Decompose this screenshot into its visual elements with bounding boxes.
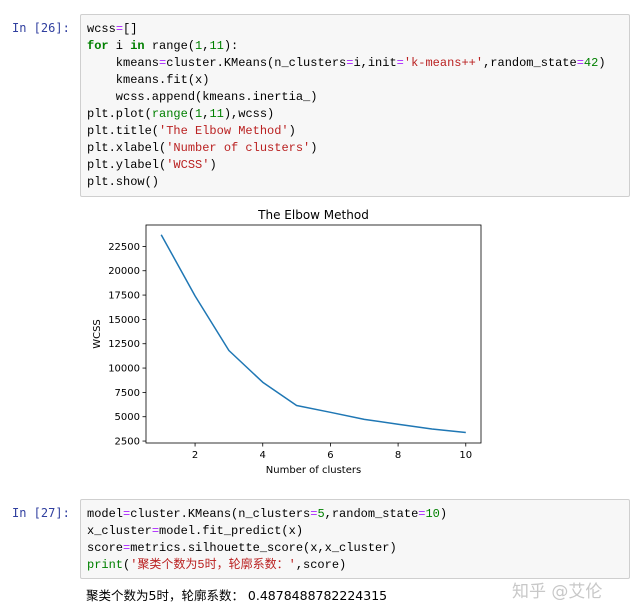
code-editor[interactable]: wcss=[] for i in range(1,11): kmeans=clus… bbox=[87, 21, 606, 191]
cell-prompt-27: In [27]: bbox=[12, 506, 70, 520]
code-token: score bbox=[87, 541, 124, 555]
x-tick-label: 6 bbox=[327, 450, 333, 461]
code-token: 11 bbox=[209, 39, 224, 53]
code-token: = bbox=[151, 524, 160, 538]
code-token: in bbox=[130, 39, 145, 53]
x-tick-label: 10 bbox=[459, 450, 472, 461]
code-token: plt.plot( bbox=[87, 107, 152, 121]
code-token: plt.show() bbox=[87, 175, 160, 189]
plot-area bbox=[145, 224, 482, 444]
code-line: score=metrics.silhouette_score(x,x_clust… bbox=[87, 540, 447, 557]
y-tick-label: 12500 bbox=[108, 339, 140, 350]
code-token: cluster.KMeans(n_clusters bbox=[130, 507, 311, 521]
code-token: model.fit_predict(x) bbox=[159, 524, 304, 538]
y-axis-label: WCSS bbox=[92, 319, 103, 349]
code-line: plt.show() bbox=[87, 174, 606, 191]
code-token: plt.title( bbox=[87, 124, 160, 138]
x-tick-label: 2 bbox=[192, 450, 198, 461]
y-tick-label: 10000 bbox=[108, 364, 140, 375]
code-token: ): bbox=[223, 39, 239, 53]
code-token: 'k-means++' bbox=[403, 56, 484, 70]
code-token: ),wcss) bbox=[223, 107, 275, 121]
code-token: = bbox=[115, 22, 124, 36]
code-token: ) bbox=[598, 56, 606, 70]
cell-output: 聚类个数为5时，轮廓系数： 0.4878488782224315 bbox=[86, 588, 388, 603]
y-tick-label: 5000 bbox=[115, 412, 140, 423]
code-token: 42 bbox=[583, 56, 599, 70]
code-token: ,random_state bbox=[483, 56, 577, 70]
code-line: kmeans.fit(x) bbox=[87, 72, 606, 89]
code-token: plt.ylabel( bbox=[87, 158, 167, 172]
code-token: ) bbox=[288, 124, 296, 138]
y-tick-label: 2500 bbox=[115, 437, 140, 448]
code-token: metrics.silhouette_score(x,x_cluster) bbox=[130, 541, 397, 555]
code-line: plt.plot(range(1,11),wcss) bbox=[87, 106, 606, 123]
code-token: 10 bbox=[425, 507, 440, 521]
code-token: '聚类个数为5时，轮廓系数：' bbox=[130, 558, 296, 572]
code-line: print('聚类个数为5时，轮廓系数：',score) bbox=[87, 557, 447, 574]
code-token: wcss.append(kmeans.inertia_) bbox=[87, 90, 318, 104]
code-token: = bbox=[576, 56, 584, 70]
code-token: model bbox=[87, 507, 124, 521]
code-token: ) bbox=[439, 507, 448, 521]
y-tick-label: 7500 bbox=[115, 388, 140, 399]
watermark: 知乎 @艾伦 bbox=[512, 582, 603, 602]
code-line: plt.xlabel('Number of clusters') bbox=[87, 140, 606, 157]
code-token: range bbox=[151, 107, 188, 121]
code-token: kmeans.fit(x) bbox=[87, 73, 210, 87]
code-line: wcss.append(kmeans.inertia_) bbox=[87, 89, 606, 106]
code-token: cluster.KMeans(n_clusters bbox=[166, 56, 347, 70]
code-token: [] bbox=[123, 22, 138, 36]
code-token: = bbox=[396, 56, 404, 70]
code-token: ( bbox=[187, 107, 196, 121]
code-cell-27[interactable]: model=cluster.KMeans(n_clusters=5,random… bbox=[80, 499, 630, 579]
code-cell-26[interactable]: wcss=[] for i in range(1,11): kmeans=clus… bbox=[80, 14, 630, 197]
code-token: 'The Elbow Method' bbox=[159, 124, 289, 138]
code-line: plt.ylabel('WCSS') bbox=[87, 157, 606, 174]
code-line: x_cluster=model.fit_predict(x) bbox=[87, 523, 447, 540]
code-token: print bbox=[87, 558, 124, 572]
y-tick-label: 20000 bbox=[108, 266, 140, 277]
code-token: 'Number of clusters' bbox=[166, 141, 311, 155]
code-token: plt.xlabel( bbox=[87, 141, 167, 155]
code-line: plt.title('The Elbow Method') bbox=[87, 123, 606, 140]
cell-prompt-26: In [26]: bbox=[12, 21, 70, 35]
code-token: ) bbox=[310, 141, 318, 155]
y-tick-label: 22500 bbox=[108, 242, 140, 253]
code-editor[interactable]: model=cluster.KMeans(n_clusters=5,random… bbox=[87, 506, 447, 574]
y-tick-label: 17500 bbox=[108, 291, 140, 302]
code-token: x_cluster bbox=[87, 524, 152, 538]
code-line: for i in range(1,11): bbox=[87, 38, 606, 55]
code-token: kmeans bbox=[87, 56, 160, 70]
x-tick-label: 4 bbox=[260, 450, 266, 461]
code-line: model=cluster.KMeans(n_clusters=5,random… bbox=[87, 506, 447, 523]
code-token: ,random_state bbox=[324, 507, 419, 521]
code-token: wcss bbox=[87, 22, 116, 36]
code-token: i bbox=[108, 39, 131, 53]
code-token: 'WCSS' bbox=[166, 158, 210, 172]
code-token: range( bbox=[144, 39, 196, 53]
chart-title: The Elbow Method bbox=[257, 208, 369, 222]
code-token: i,init bbox=[353, 56, 397, 70]
code-line: kmeans=cluster.KMeans(n_clusters=i,init=… bbox=[87, 55, 606, 72]
code-token: ) bbox=[209, 158, 217, 172]
y-tick-label: 15000 bbox=[108, 315, 140, 326]
code-token: for bbox=[87, 39, 109, 53]
code-token: 5 bbox=[317, 507, 325, 521]
code-token: ,score) bbox=[295, 558, 347, 572]
code-line: wcss=[] bbox=[87, 21, 606, 38]
elbow-chart: The Elbow Method Number of clusters WCSS 2 4… bbox=[92, 208, 482, 476]
x-tick-label: 8 bbox=[395, 450, 401, 461]
code-token: 11 bbox=[209, 107, 224, 121]
x-axis-label: Number of clusters bbox=[266, 465, 361, 476]
